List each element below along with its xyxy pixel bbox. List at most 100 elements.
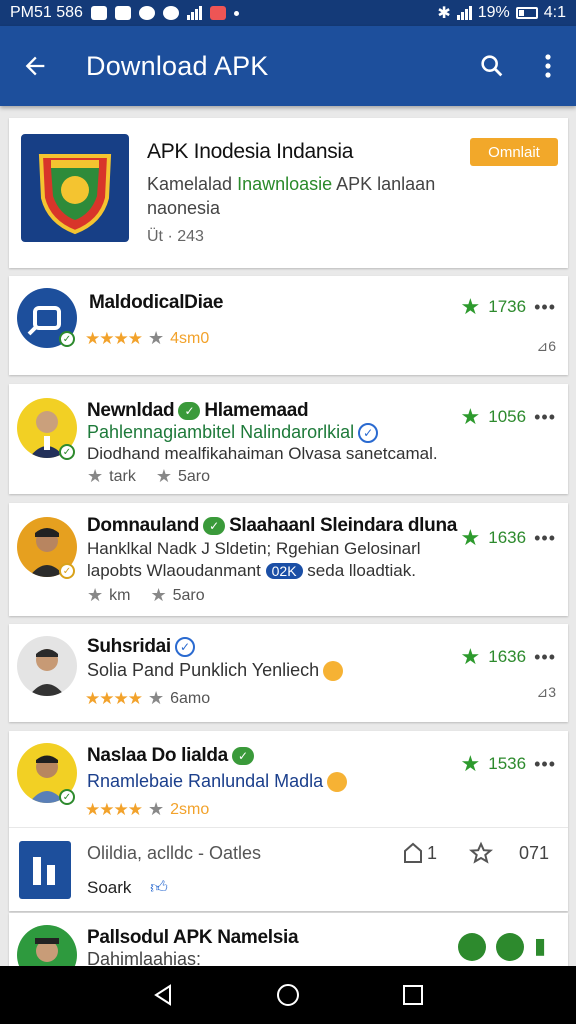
rating-value: 1536	[488, 754, 527, 773]
play-icon[interactable]	[458, 933, 486, 961]
triangle-back-icon	[153, 984, 171, 1006]
favorite-button[interactable]	[468, 841, 494, 870]
mail-icon	[90, 6, 107, 20]
action-count: 071	[519, 843, 550, 863]
more-icon[interactable]: •••	[534, 407, 556, 428]
thumbs-up-icon[interactable]: ▮	[534, 933, 558, 961]
item-line: Rnamlebaie Ranlundal Madla	[87, 771, 348, 793]
person-avatar-icon	[29, 649, 65, 696]
rating-value: 1636	[488, 647, 527, 666]
featured-app-card[interactable]: APK Inodesia Indansia Omnlait Kamelalad …	[9, 118, 568, 268]
status-time: PM51 586	[10, 4, 83, 21]
like-count[interactable]: 1	[401, 841, 437, 865]
item-action-buttons: ▮	[458, 933, 558, 961]
nav-recents-button[interactable]	[383, 966, 443, 1024]
item-line-text: Rnamlebaie Ranlundal Madla	[87, 771, 324, 791]
green-star-icon: ★	[460, 751, 481, 776]
star-rating-icon: ★★★★	[85, 799, 143, 819]
item-line-text: Solia Pand Punklich Yenliech	[87, 660, 320, 680]
featured-description-line2: naonesia	[147, 198, 221, 218]
signal-icon	[186, 6, 202, 20]
item-rating: ★ 1636 •••	[461, 525, 556, 551]
item-meta-value: 6amo	[170, 689, 211, 707]
more-icon[interactable]: •••	[534, 528, 556, 549]
item-title-text: Domnauland	[87, 515, 200, 536]
app-logo	[21, 134, 129, 242]
more-icon[interactable]: •••	[534, 647, 556, 668]
list-item[interactable]: Suhsridai ✓ Solia Pand Punklich Yenliech …	[9, 624, 568, 722]
app-bar: Download APK	[0, 26, 576, 106]
list-item[interactable]: Pallsodul APK Namelsia Dahimlaahias: ▮	[9, 913, 568, 966]
verified-pill-icon: ✓	[231, 746, 254, 765]
rating-value: 1056	[488, 407, 527, 426]
featured-desc-suffix: APK lanlaan	[332, 174, 436, 194]
forward-icon[interactable]	[496, 933, 524, 961]
emoji-icon	[327, 772, 348, 793]
search-icon	[481, 55, 503, 77]
item-line-text: Pahlennagiambitel Nalindarorlkial	[87, 422, 355, 442]
blue-badge-icon: ✓	[358, 423, 379, 444]
thumbs-up-icon: 👍︎	[150, 878, 168, 897]
green-star-icon: ★	[460, 644, 481, 669]
star-outline-icon: ★	[147, 688, 165, 708]
item-meta: ★★★★ ★ 4sm0	[85, 328, 209, 349]
item-desc-a: lapobts Wlaoudanmant	[87, 561, 261, 580]
item-meta: ★ tark ★ 5aro	[87, 466, 210, 487]
item-side-value: ⊿3	[536, 684, 556, 700]
wifi-icon	[456, 6, 472, 20]
item-title-text: Newnldad	[87, 400, 175, 421]
status-bar: PM51 586 ✱ 19% 4:1	[0, 0, 576, 26]
nav-home-button[interactable]	[258, 966, 318, 1024]
item-line: Pahlennagiambitel Nalindarorlkial ✓	[87, 422, 382, 444]
back-button[interactable]	[0, 26, 70, 106]
list-item[interactable]: ✓ Naslaa Do lialda ✓ Rnamlebaie Ranlundal…	[9, 731, 568, 911]
item-title: Suhsridai ✓	[87, 636, 199, 658]
nav-back-button[interactable]	[133, 966, 193, 1024]
item-line: Solia Pand Punklich Yenliech	[87, 660, 344, 682]
list-item[interactable]: ✓ Newnldad ✓ Hlamemaad Pahlennagiambitel N…	[9, 384, 568, 494]
open-button[interactable]: Omnlait	[470, 138, 558, 166]
star-outline-icon: ★	[87, 466, 104, 486]
page-title: Download APK	[86, 50, 269, 81]
item-rating: ★ 1536 •••	[461, 751, 556, 777]
circle-home-icon	[276, 984, 299, 1006]
more-icon[interactable]: •••	[534, 754, 556, 775]
more-icon[interactable]: •••	[534, 297, 556, 318]
battery-icon	[515, 7, 538, 19]
star-outline-icon: ★	[147, 799, 165, 819]
featured-description: Kamelalad Inawnloasie APK lanlaan	[147, 174, 435, 195]
verified-badge-icon: ✓	[59, 444, 75, 460]
item-meta-value: 4sm0	[170, 329, 210, 347]
item-meta: ★★★★ ★ 6amo	[85, 688, 210, 709]
featured-desc-prefix: Kamelalad	[147, 174, 238, 194]
bluetooth-icon: ✱	[437, 5, 451, 22]
verified-badge-icon: ✓	[59, 563, 75, 579]
item-desc-b: seda lloadtiak.	[307, 561, 416, 580]
star-outline-icon: ★	[155, 466, 172, 486]
search-button[interactable]	[464, 26, 520, 106]
verified-pill-icon: ✓	[178, 401, 201, 420]
item-meta: ★ km ★ 5aro	[87, 585, 205, 606]
person-avatar-icon	[35, 938, 59, 962]
action-label[interactable]: Soark 👍︎	[87, 877, 168, 898]
item-meta-value: 5aro	[177, 467, 210, 485]
star-outline-icon	[468, 841, 494, 864]
more-options-button[interactable]	[520, 26, 576, 106]
emoji-icon	[323, 661, 344, 682]
item-title-suffix: Hlamemaad	[204, 400, 309, 421]
image-icon	[114, 6, 131, 20]
star-rating-icon: ★★★★	[85, 328, 143, 348]
rating-value: 1736	[488, 297, 527, 316]
item-line: Dahimlaahias:	[87, 949, 202, 966]
green-star-icon: ★	[460, 525, 481, 550]
divider	[9, 827, 568, 828]
item-title: Domnauland ✓ Slaahaanl Sleindara dluna	[87, 515, 457, 537]
list-item[interactable]: ✓ Domnauland ✓ Slaahaanl Sleindara dluna H…	[9, 503, 568, 616]
item-title: Naslaa Do lialda ✓	[87, 745, 258, 767]
status-clock: 4:1	[543, 4, 566, 21]
list-item[interactable]: ✓ MaldodicalDiae ★★★★ ★ 4sm0 ★ 1736 ••• ⊿6	[9, 276, 568, 375]
star-rating-icon: ★★★★	[85, 688, 143, 708]
action-row-text: Olildia, aclldc - Oatles	[87, 843, 262, 863]
item-title-suffix: Slaahaanl Sleindara dluna	[229, 515, 458, 536]
item-title-text: Naslaa Do lialda	[87, 745, 228, 766]
